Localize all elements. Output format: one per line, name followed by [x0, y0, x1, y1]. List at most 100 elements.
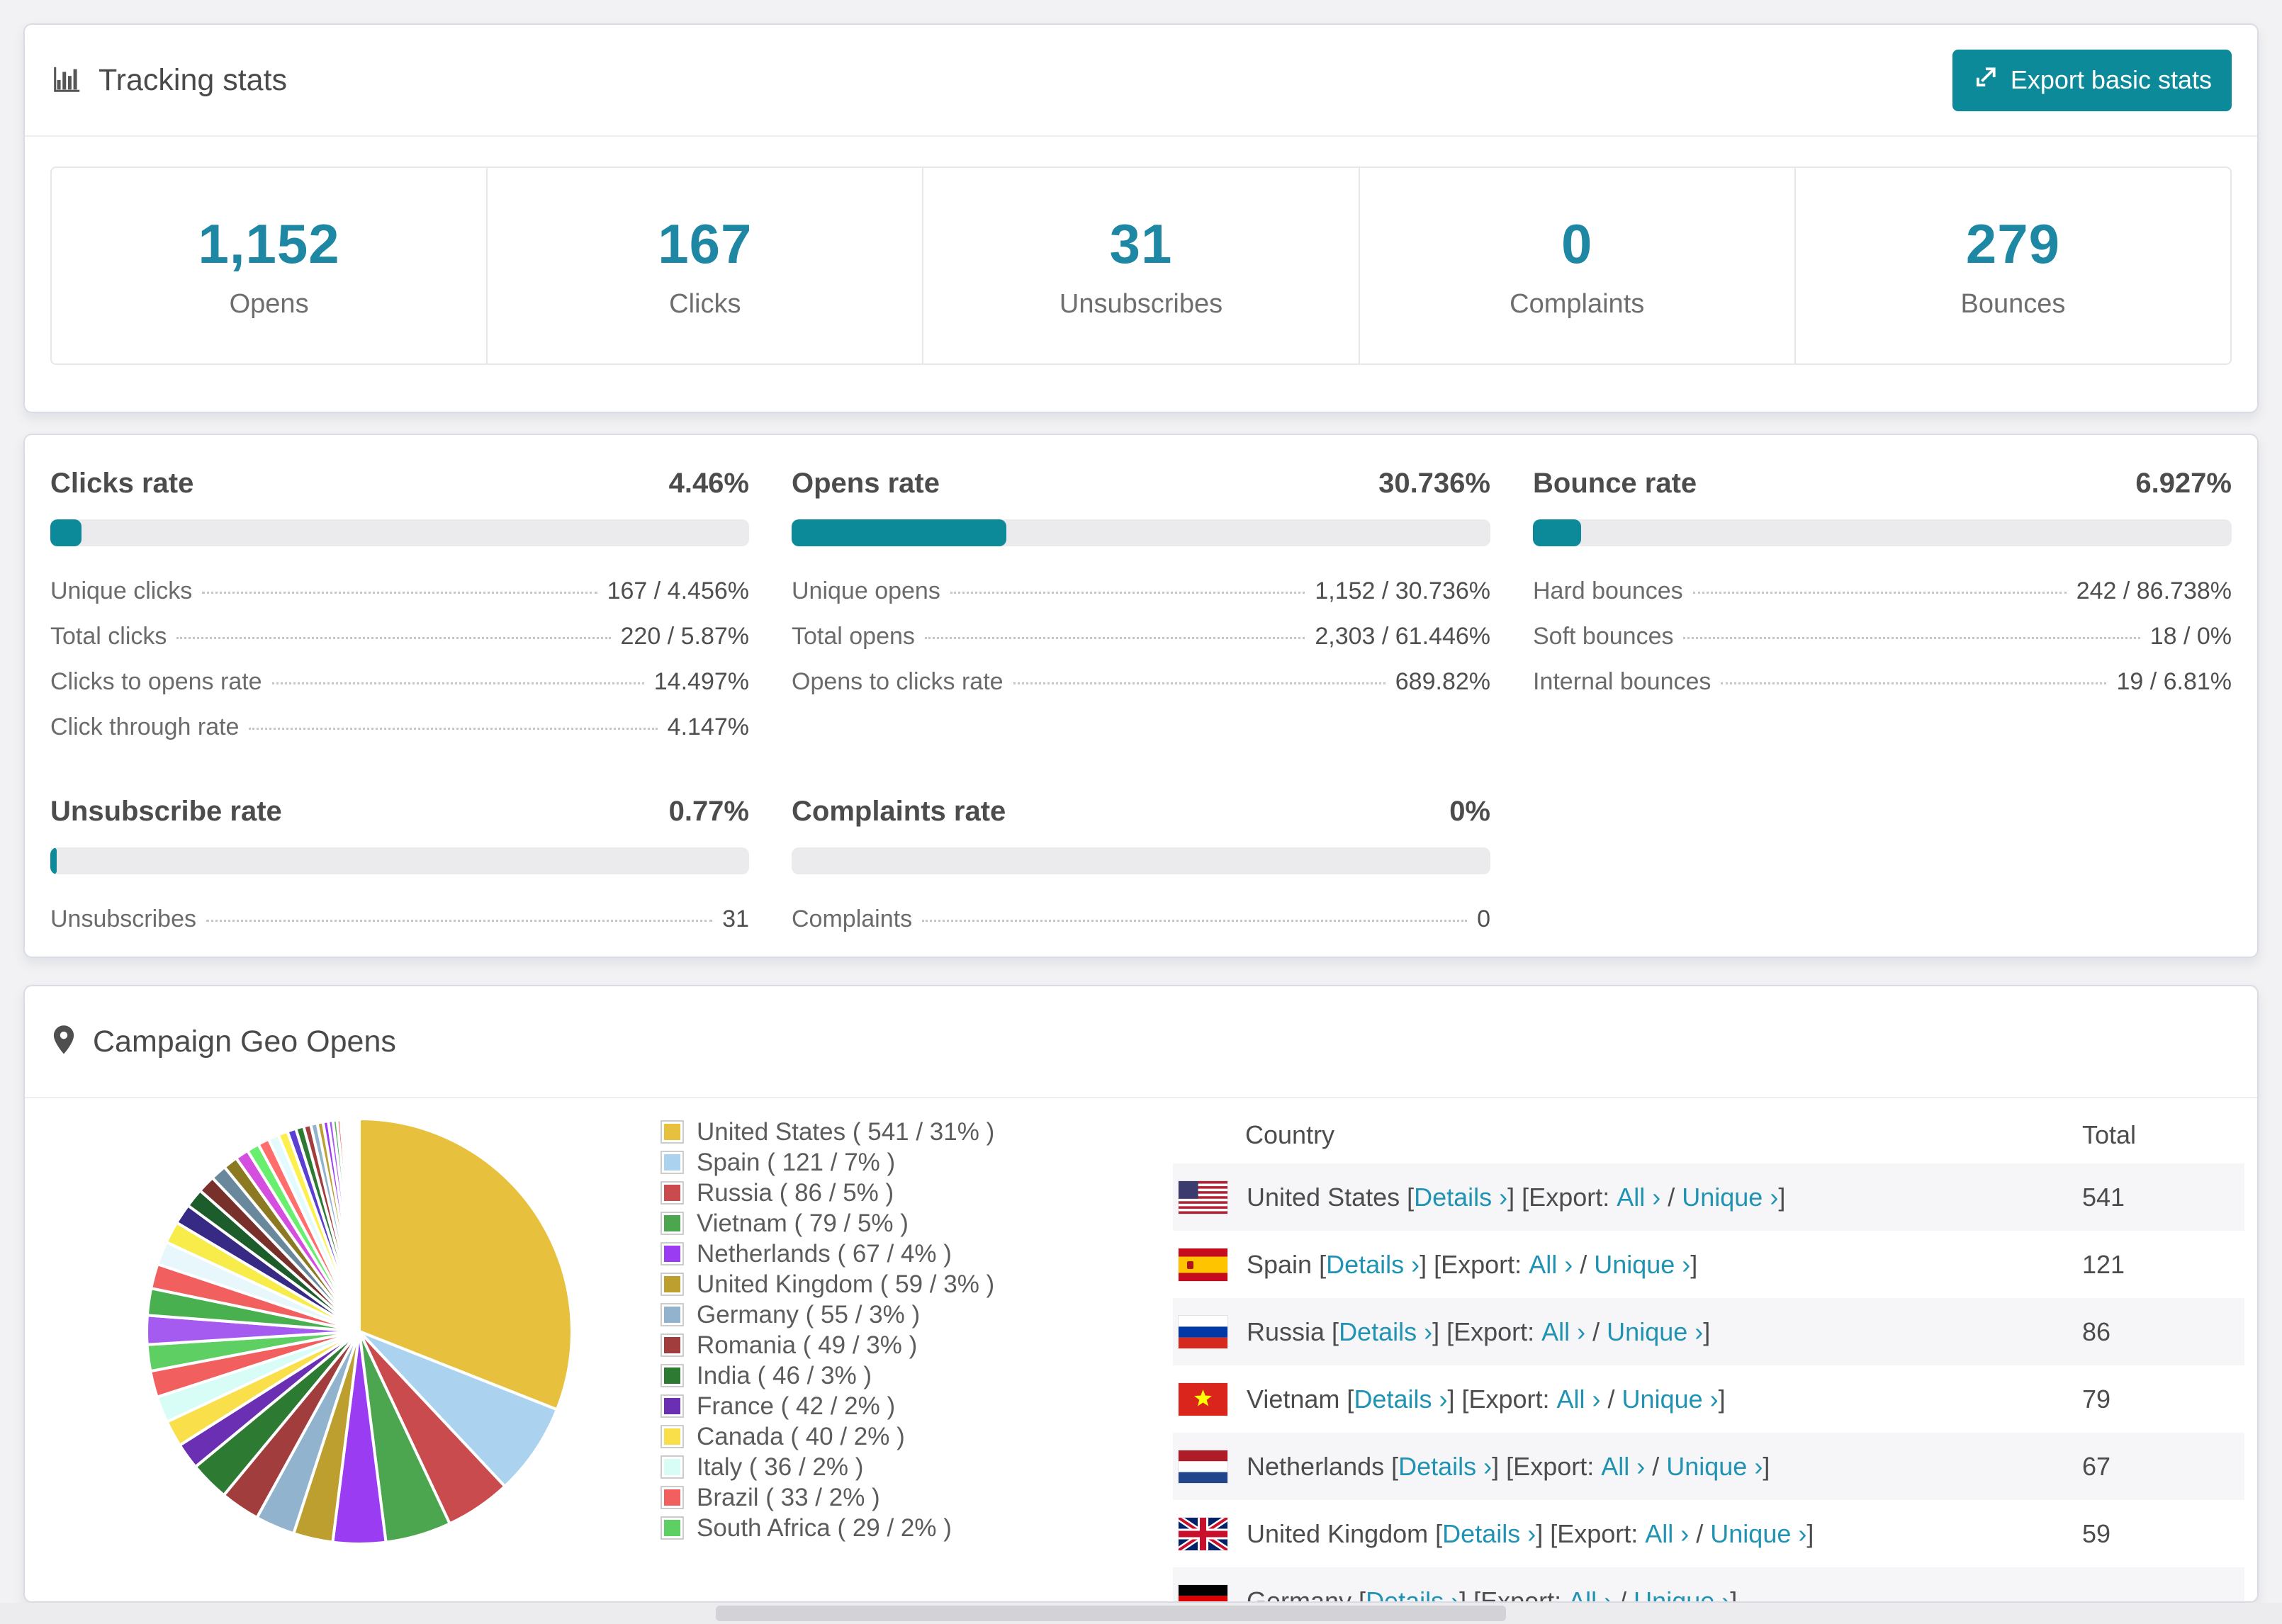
legend-swatch: [661, 1120, 684, 1144]
geo-body: United States ( 541 / 31% ) Spain ( 121 …: [25, 1098, 2257, 1603]
total-column-header: Total: [2082, 1120, 2137, 1149]
rate-row: Unique clicks 167 / 4.456%: [50, 577, 749, 605]
legend-item: South Africa ( 29 / 2% ): [661, 1513, 994, 1543]
rate-row-label: Opens to clicks rate: [792, 668, 1004, 695]
tracking-stats-header: Tracking stats Export basic stats: [25, 25, 2257, 137]
stat-clicks: 167 Clicks: [488, 168, 924, 363]
stat-value: 0: [1561, 213, 1593, 275]
rate-row: Unsubscribes 31: [50, 906, 749, 933]
geo-table-row-nl: Netherlands [Details ›] [Export: All › /…: [1173, 1433, 2244, 1500]
legend-swatch: [661, 1455, 684, 1479]
rate-block-unsubscribe-rate: Unsubscribe rate 0.77% Unsubscribes 31: [50, 796, 749, 951]
stat-unsubscribes: 31 Unsubscribes: [923, 168, 1360, 363]
geo-header: Campaign Geo Opens: [25, 986, 2257, 1098]
rate-row-value: 1,152 / 30.736%: [1315, 577, 1490, 604]
rate-row-label: Soft bounces: [1533, 623, 1674, 650]
legend-swatch: [661, 1151, 684, 1174]
details-link[interactable]: Details ›: [1354, 1385, 1447, 1414]
flag-de-icon: [1179, 1584, 1227, 1601]
export-unique-link[interactable]: Unique ›: [1634, 1586, 1730, 1602]
legend-item: India ( 46 / 3% ): [661, 1360, 994, 1391]
legend-label: United States ( 541 / 31% ): [697, 1117, 995, 1146]
country-name: United Kingdom: [1247, 1518, 1436, 1548]
details-link[interactable]: Details ›: [1442, 1519, 1536, 1549]
stat-complaints: 0 Complaints: [1360, 168, 1796, 363]
rate-row-label: Clicks to opens rate: [50, 668, 262, 695]
rate-title: Opens rate: [792, 468, 940, 499]
rate-row-label: Internal bounces: [1533, 668, 1712, 695]
legend-label: Canada ( 40 / 2% ): [697, 1422, 905, 1450]
legend-swatch: [661, 1425, 684, 1448]
stat-label: Unsubscribes: [1059, 289, 1223, 319]
country-name: United States: [1247, 1182, 1407, 1212]
legend-item: Netherlands ( 67 / 4% ): [661, 1239, 994, 1269]
export-unique-link[interactable]: Unique ›: [1594, 1250, 1690, 1280]
export-unique-link[interactable]: Unique ›: [1682, 1183, 1778, 1212]
rate-row-value: 0: [1477, 906, 1490, 932]
dotted-leader: [176, 637, 611, 639]
stat-value: 1,152: [198, 213, 340, 275]
bracket: [: [1359, 1586, 1366, 1603]
legend-swatch: [661, 1486, 684, 1509]
stat-value: 167: [658, 213, 753, 275]
details-link[interactable]: Details ›: [1366, 1586, 1459, 1602]
export-all-link[interactable]: All ›: [1601, 1452, 1645, 1482]
bar-chart-icon: [50, 62, 83, 98]
legend-swatch: [661, 1516, 684, 1540]
rate-row-value: 4.147%: [667, 714, 749, 740]
rate-row: Soft bounces 18 / 0%: [1533, 623, 2232, 650]
flag-us-icon: [1179, 1180, 1227, 1214]
details-link[interactable]: Details ›: [1326, 1250, 1420, 1280]
export-all-link[interactable]: All ›: [1617, 1183, 1660, 1212]
legend-item: Romania ( 49 / 3% ): [661, 1330, 994, 1360]
export-unique-link[interactable]: Unique ›: [1622, 1385, 1719, 1414]
rate-value: 30.736%: [1378, 468, 1490, 499]
map-pin-icon: [50, 1024, 77, 1060]
rates-card: Clicks rate 4.46% Unique clicks 167 / 4.…: [23, 434, 2259, 958]
export-unique-link[interactable]: Unique ›: [1666, 1452, 1763, 1482]
country-total: 79: [2082, 1384, 2111, 1414]
rate-progressbar: [50, 847, 749, 874]
campaign-geo-opens-card: Campaign Geo Opens United States ( 541 /…: [23, 985, 2259, 1603]
rate-row: Total clicks 220 / 5.87%: [50, 623, 749, 650]
rate-block-clicks-rate: Clicks rate 4.46% Unique clicks 167 / 4.…: [50, 468, 749, 759]
dotted-leader: [950, 592, 1305, 594]
tracking-stats-card: Tracking stats Export basic stats 1,152 …: [23, 23, 2259, 413]
details-link[interactable]: Details ›: [1398, 1452, 1492, 1482]
rate-value: 0%: [1449, 796, 1490, 827]
rate-value: 6.927%: [2135, 468, 2232, 499]
rate-title: Clicks rate: [50, 468, 194, 499]
bracket: [: [1319, 1249, 1327, 1279]
export-all-link[interactable]: All ›: [1541, 1317, 1585, 1347]
export-all-link[interactable]: All ›: [1529, 1250, 1573, 1280]
stat-label: Complaints: [1510, 289, 1645, 319]
legend-label: Brazil ( 33 / 2% ): [697, 1483, 880, 1511]
legend-item: Russia ( 86 / 5% ): [661, 1178, 994, 1208]
export-all-link[interactable]: All ›: [1568, 1586, 1612, 1602]
rate-progressbar: [792, 519, 1490, 546]
bracket: [: [1435, 1518, 1443, 1548]
bracket: [: [1407, 1182, 1415, 1212]
geo-table-row-us: United States [Details ›] [Export: All ›…: [1173, 1163, 2244, 1231]
rate-row-label: Hard bounces: [1533, 577, 1683, 604]
country-total: 86: [2082, 1316, 2111, 1346]
rate-row-value: 19 / 6.81%: [2116, 668, 2232, 695]
legend-swatch: [661, 1181, 684, 1205]
legend-swatch: [661, 1333, 684, 1357]
export-unique-link[interactable]: Unique ›: [1710, 1519, 1806, 1549]
dotted-leader: [271, 682, 644, 684]
export-all-link[interactable]: All ›: [1645, 1519, 1689, 1549]
export-all-link[interactable]: All ›: [1557, 1385, 1601, 1414]
dotted-leader: [1683, 637, 2140, 639]
details-link[interactable]: Details ›: [1414, 1183, 1507, 1212]
export-basic-stats-button[interactable]: Export basic stats: [1952, 49, 2232, 111]
country-name: Spain: [1247, 1249, 1320, 1279]
dotted-leader: [1013, 682, 1386, 684]
horizontal-scrollbar-thumb[interactable]: [716, 1606, 1506, 1621]
rate-row-value: 18 / 0%: [2149, 623, 2232, 650]
export-button-label: Export basic stats: [2010, 65, 2212, 94]
export-unique-link[interactable]: Unique ›: [1607, 1317, 1703, 1347]
legend-label: Romania ( 49 / 3% ): [697, 1331, 918, 1359]
dotted-leader: [1721, 682, 2107, 684]
details-link[interactable]: Details ›: [1339, 1317, 1432, 1347]
